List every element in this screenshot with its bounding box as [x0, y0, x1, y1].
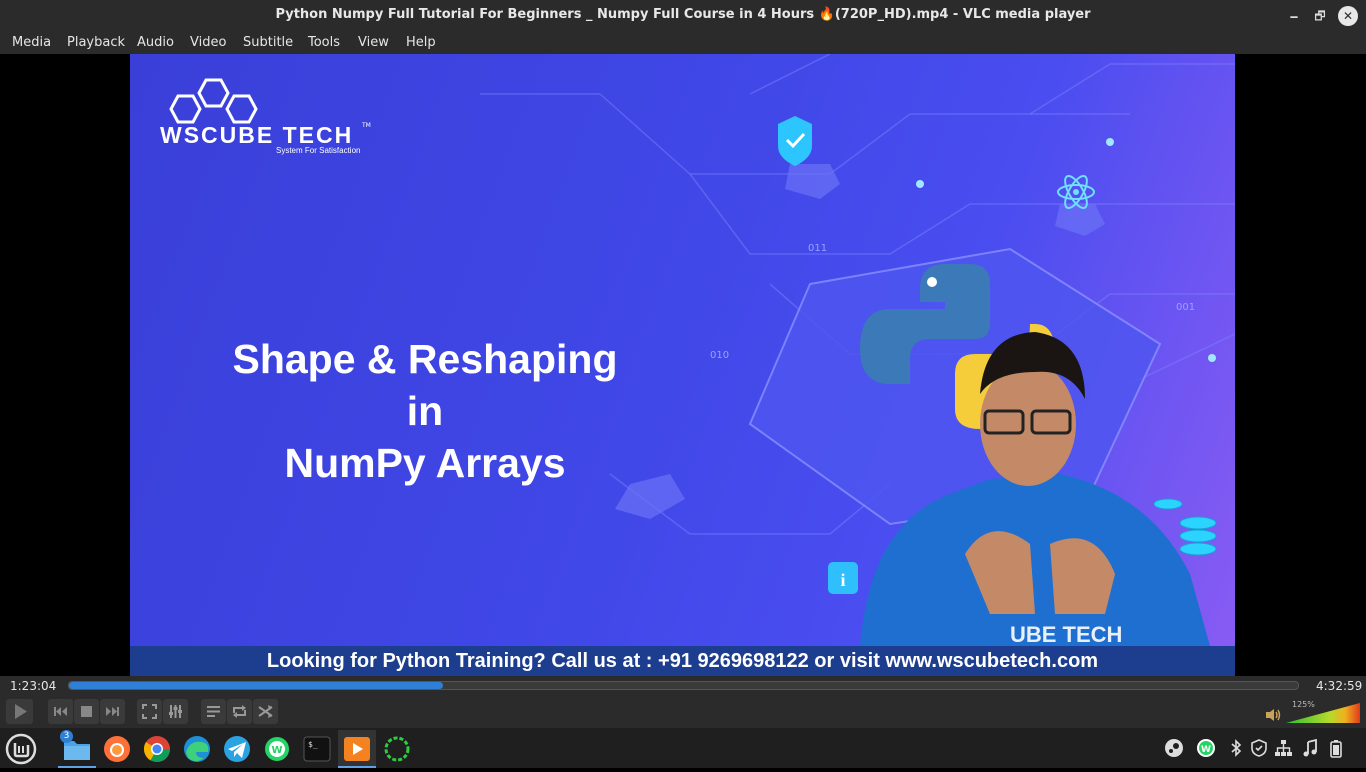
svg-text:$_: $_: [308, 740, 318, 749]
maximize-button[interactable]: 🗗: [1310, 6, 1330, 26]
previous-icon: [54, 707, 67, 716]
fullscreen-button[interactable]: [137, 699, 162, 724]
svg-text:UBE TECH: UBE TECH: [1010, 622, 1122, 647]
steam-icon[interactable]: [1164, 738, 1184, 758]
headline-line-3: NumPy Arrays: [284, 440, 566, 486]
menu-subtitle[interactable]: Subtitle: [243, 35, 293, 50]
taskbar-vlc[interactable]: [338, 730, 376, 768]
deco-label: 001: [1176, 302, 1196, 313]
logo-tagline: System For Satisfaction: [276, 146, 361, 155]
stop-icon: [81, 706, 92, 717]
headline-line-1: Shape & Reshaping: [232, 336, 618, 382]
taskbar-edge[interactable]: [178, 730, 216, 768]
close-button[interactable]: ✕: [1338, 6, 1358, 26]
chrome-icon: [143, 736, 171, 763]
whatsapp-tray-icon[interactable]: W: [1196, 738, 1216, 758]
shield-icon[interactable]: [1249, 738, 1269, 758]
taskbar-terminal[interactable]: $_: [298, 730, 336, 768]
deco-label: 010: [710, 350, 730, 361]
menu-video[interactable]: Video: [190, 35, 226, 50]
music-icon[interactable]: [1300, 738, 1320, 758]
extended-settings-icon: [169, 705, 182, 718]
menu-icon: [5, 733, 37, 765]
spinner-icon: [384, 736, 410, 762]
taskbar-files[interactable]: 3: [58, 730, 96, 768]
menu-help[interactable]: Help: [406, 35, 436, 50]
fullscreen-icon: [142, 704, 157, 719]
telegram-icon: [224, 736, 250, 762]
total-time: 4:32:59: [1316, 679, 1363, 693]
edge-icon: [184, 736, 210, 762]
loop-button[interactable]: [227, 699, 252, 724]
playlist-icon: [207, 706, 220, 717]
svg-text:W: W: [271, 745, 282, 756]
firefox-icon: [104, 736, 130, 762]
logo-trademark: TM: [362, 122, 371, 129]
playback-controls: 125%: [0, 696, 1366, 728]
taskbar-spinner-app[interactable]: [378, 730, 416, 768]
next-button[interactable]: [100, 699, 125, 724]
whatsapp-icon: W: [265, 737, 289, 761]
svg-text:W: W: [1201, 745, 1211, 755]
seek-slider[interactable]: [68, 681, 1299, 690]
headline-line-2: in: [406, 388, 444, 434]
seek-progress: [69, 682, 443, 689]
play-button[interactable]: [6, 699, 33, 724]
menu-media[interactable]: Media: [12, 35, 51, 50]
logo-wordmark: WSCUBE TECH: [160, 122, 354, 148]
shuffle-button[interactable]: [253, 699, 278, 724]
hexagon-logo-icon: [169, 78, 258, 124]
video-frame[interactable]: i UBE TECH WSCUBE TECH TM System For Sat…: [130, 54, 1235, 676]
video-area[interactable]: i UBE TECH WSCUBE TECH TM System For Sat…: [0, 54, 1366, 676]
files-badge: 3: [60, 730, 73, 743]
battery-icon[interactable]: [1326, 738, 1346, 758]
bluetooth-icon[interactable]: [1226, 738, 1246, 758]
menu-audio[interactable]: Audio: [137, 35, 174, 50]
promo-banner: Looking for Python Training? Call us at …: [130, 646, 1235, 676]
next-icon: [106, 707, 119, 716]
taskbar-whatsapp[interactable]: W: [258, 730, 296, 768]
taskbar-firefox[interactable]: [98, 730, 136, 768]
start-menu-button[interactable]: [2, 730, 40, 768]
volume-level: [1286, 703, 1360, 723]
playlist-button[interactable]: [201, 699, 226, 724]
menu-playback[interactable]: Playback: [67, 35, 125, 50]
menu-bar: Media Playback Audio Video Subtitle Tool…: [0, 31, 1366, 54]
seek-row: 1:23:04 4:32:59: [0, 676, 1366, 696]
terminal-icon: $_: [303, 736, 331, 762]
taskbar: 3 W $_ W: [0, 728, 1366, 768]
taskbar-chrome[interactable]: [138, 730, 176, 768]
network-icon[interactable]: [1273, 738, 1293, 758]
extended-settings-button[interactable]: [163, 699, 188, 724]
window-title: Python Numpy Full Tutorial For Beginners…: [275, 7, 1091, 22]
speaker-icon[interactable]: [1265, 708, 1281, 722]
shuffle-icon: [258, 705, 273, 718]
minimize-button[interactable]: 🗕: [1284, 6, 1304, 26]
volume-slider[interactable]: [1286, 703, 1360, 723]
svg-text:i: i: [840, 570, 845, 590]
stop-button[interactable]: [74, 699, 99, 724]
elapsed-time: 1:23:04: [10, 679, 57, 693]
previous-button[interactable]: [48, 699, 73, 724]
menu-tools[interactable]: Tools: [308, 35, 340, 50]
taskbar-telegram[interactable]: [218, 730, 256, 768]
play-icon: [15, 704, 27, 719]
title-bar: Python Numpy Full Tutorial For Beginners…: [0, 0, 1366, 31]
vlc-icon: [344, 737, 370, 761]
loop-icon: [233, 705, 246, 718]
menu-view[interactable]: View: [358, 35, 389, 50]
deco-label: 011: [808, 243, 828, 254]
